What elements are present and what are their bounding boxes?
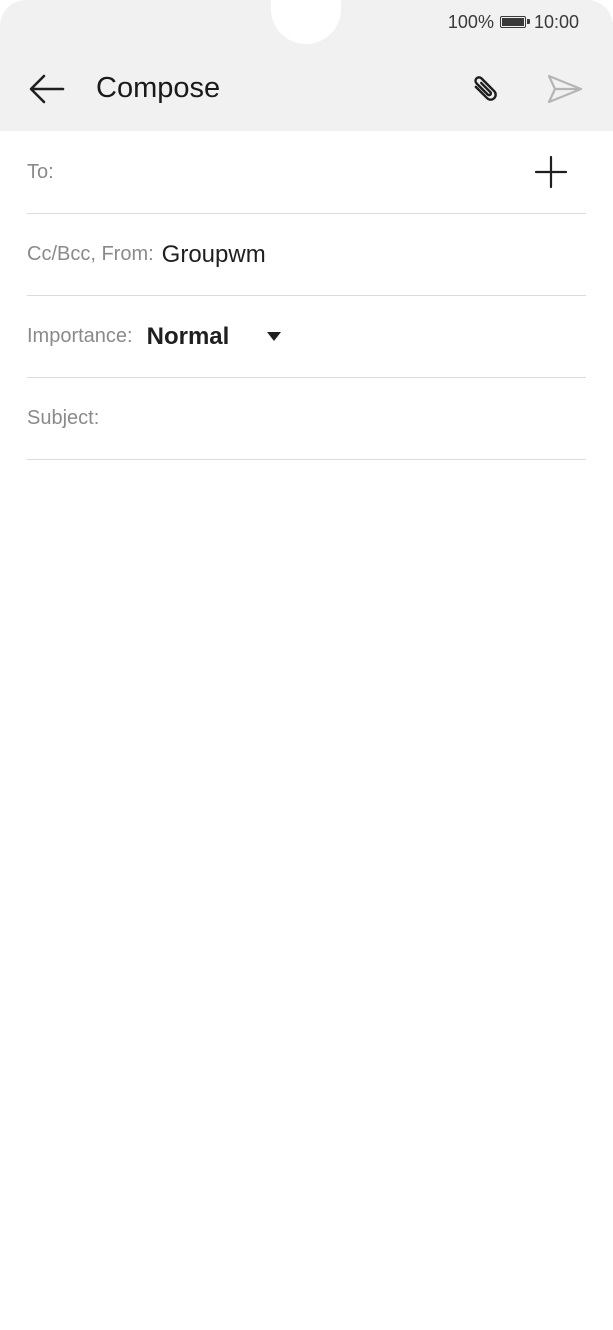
battery-percent: 100% (447, 11, 494, 32)
battery-icon (499, 16, 530, 28)
to-label: To: (27, 160, 54, 183)
page-title: Compose (96, 72, 221, 104)
send-button[interactable] (542, 66, 588, 112)
status-bar: 100% 10:00 (448, 10, 579, 34)
add-recipient-button[interactable] (530, 151, 572, 193)
cc-bcc-from-label: Cc/Bcc, From: (27, 243, 154, 265)
message-body-input[interactable] (27, 462, 586, 1322)
subject-label: Subject: (27, 407, 100, 429)
importance-row[interactable]: Importance: Normal (27, 296, 586, 378)
cc-bcc-from-row[interactable]: Cc/Bcc, From: Groupwm (27, 214, 586, 296)
send-icon (547, 74, 583, 104)
importance-value[interactable]: Normal (147, 323, 230, 351)
caret-down-icon[interactable] (267, 332, 282, 341)
arrow-left-icon (29, 74, 65, 104)
clock: 10:00 (533, 11, 579, 32)
from-value: Groupwm (161, 240, 266, 268)
compose-form: To: Cc/Bcc, From: Groupwm Importance: No… (27, 131, 586, 460)
subject-row[interactable]: Subject: (27, 378, 586, 460)
plus-icon (534, 155, 568, 189)
camera-notch (271, 0, 341, 44)
back-button[interactable] (24, 66, 70, 112)
toolbar: Compose (0, 58, 613, 120)
importance-label: Importance: (27, 325, 133, 347)
app-header: 100% 10:00 Compose (0, 0, 613, 131)
attach-button[interactable] (462, 66, 508, 112)
paperclip-icon (474, 76, 497, 101)
to-row[interactable]: To: (27, 131, 586, 214)
compose-screen: 100% 10:00 Compose To: Cc/Bcc, From: Gro… (0, 0, 613, 1330)
